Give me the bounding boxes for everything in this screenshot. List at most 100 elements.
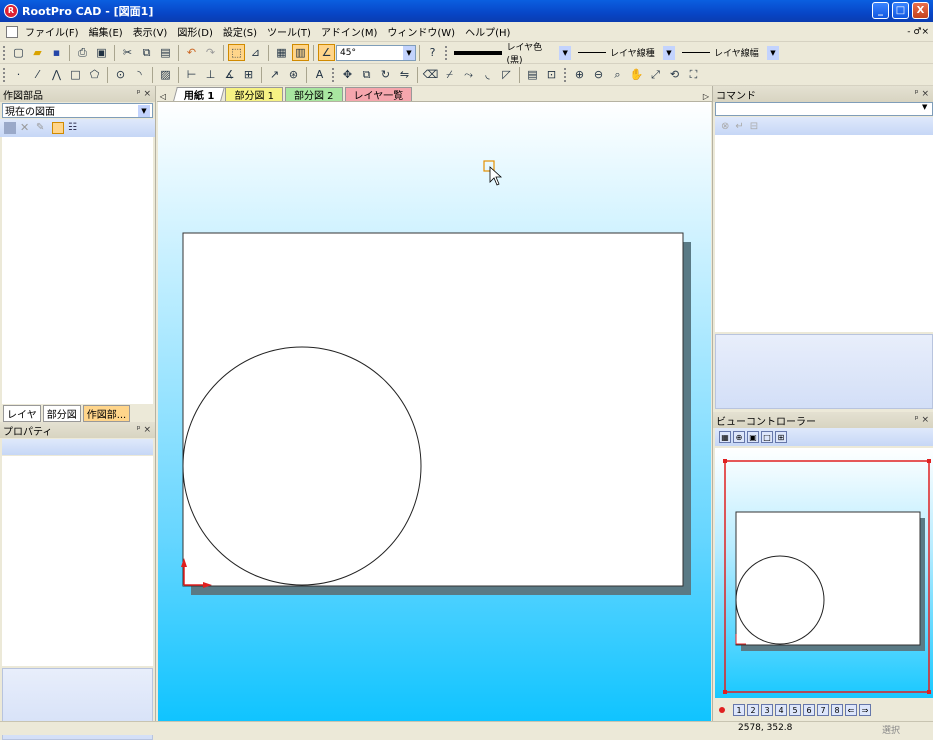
- close-button[interactable]: X: [912, 2, 929, 19]
- viewport-handle[interactable]: [927, 459, 931, 463]
- undo-icon[interactable]: ↶: [183, 44, 200, 61]
- chevron-down-icon[interactable]: ▼: [138, 104, 150, 117]
- rotate-icon[interactable]: ↻: [377, 66, 394, 83]
- tab-scroll-left-icon[interactable]: ◁: [157, 92, 169, 101]
- polyline-icon[interactable]: ⋀: [48, 66, 65, 83]
- menu-window[interactable]: ウィンドウ(W): [382, 24, 460, 39]
- chevron-down-icon[interactable]: ▼: [559, 45, 571, 60]
- edit-icon[interactable]: ✎: [36, 122, 48, 134]
- command-input[interactable]: ▼: [715, 102, 933, 116]
- overview-svg[interactable]: [715, 448, 932, 698]
- viewport-handle[interactable]: [723, 459, 727, 463]
- chevron-down-icon[interactable]: ▼: [663, 45, 675, 60]
- frame-view-icon[interactable]: □: [761, 431, 773, 443]
- line-width-select[interactable]: レイヤ線幅 ▼: [679, 45, 779, 61]
- arc-icon[interactable]: ◝: [131, 66, 148, 83]
- menu-settings[interactable]: 設定(S): [218, 24, 262, 39]
- fillet-icon[interactable]: ◟: [479, 66, 496, 83]
- tab-partial-view[interactable]: 部分図: [42, 404, 81, 422]
- polygon-icon[interactable]: ⬠: [86, 66, 103, 83]
- text-icon[interactable]: A: [311, 66, 328, 83]
- new-file-icon[interactable]: ▢: [10, 44, 27, 61]
- cut-icon[interactable]: ✂: [119, 44, 136, 61]
- view-back-icon[interactable]: ⇐: [845, 704, 857, 716]
- snap-icon[interactable]: ⊿: [247, 44, 264, 61]
- move-icon[interactable]: ✥: [339, 66, 356, 83]
- toolbar-grip[interactable]: [564, 67, 567, 82]
- zoom-window-icon[interactable]: ⌕: [609, 66, 626, 83]
- zoom-all-icon[interactable]: ⛶: [685, 66, 702, 83]
- print-preview-icon[interactable]: ▣: [93, 44, 110, 61]
- tab-partial-view-1[interactable]: 部分図 1: [225, 87, 283, 102]
- line-type-select[interactable]: レイヤ線種 ▼: [575, 45, 675, 61]
- chevron-down-icon[interactable]: ▼: [922, 103, 932, 115]
- erase-icon[interactable]: ⌫: [422, 66, 439, 83]
- clear-icon[interactable]: ⊟: [750, 121, 758, 132]
- circle-icon[interactable]: ⊙: [112, 66, 129, 83]
- properties-icon[interactable]: ▤: [524, 66, 541, 83]
- target-icon[interactable]: ⊕: [733, 431, 745, 443]
- point-icon[interactable]: ·: [10, 66, 27, 83]
- redo-icon[interactable]: ↷: [202, 44, 219, 61]
- tab-parts[interactable]: 作図部...: [82, 404, 131, 422]
- zoom-fit-icon[interactable]: ⤢: [647, 66, 664, 83]
- symbol-icon[interactable]: ⊛: [285, 66, 302, 83]
- overview-map[interactable]: [715, 448, 933, 698]
- document-icon[interactable]: [6, 25, 18, 38]
- view-preset-2[interactable]: 2: [747, 704, 759, 716]
- toolbar-grip[interactable]: [3, 45, 6, 60]
- tab-layer[interactable]: レイヤ: [3, 404, 41, 422]
- line-icon[interactable]: ⁄: [29, 66, 46, 83]
- toolbar-grip[interactable]: [445, 45, 448, 60]
- record-view-icon[interactable]: [719, 707, 725, 713]
- toolbar-grip[interactable]: [332, 67, 335, 82]
- measure-icon[interactable]: ⊡: [543, 66, 560, 83]
- angle-icon[interactable]: ∠: [318, 44, 335, 61]
- paste-icon[interactable]: ▤: [157, 44, 174, 61]
- dimension-angle-icon[interactable]: ∡: [221, 66, 238, 83]
- fit-view-icon[interactable]: ▣: [747, 431, 759, 443]
- pan-icon[interactable]: ✋: [628, 66, 645, 83]
- view-forward-icon[interactable]: ⇒: [859, 704, 871, 716]
- grid-view-icon[interactable]: ▦: [719, 431, 731, 443]
- toolbar-grip[interactable]: [3, 67, 6, 82]
- view-preset-6[interactable]: 6: [803, 704, 815, 716]
- view-preset-4[interactable]: 4: [775, 704, 787, 716]
- menu-tools[interactable]: ツール(T): [262, 24, 316, 39]
- mdi-close-button[interactable]: ×: [921, 27, 929, 37]
- zoom-previous-icon[interactable]: ⟲: [666, 66, 683, 83]
- menu-help[interactable]: ヘルプ(H): [460, 24, 515, 39]
- dimension-vertical-icon[interactable]: ⊥: [202, 66, 219, 83]
- parts-list[interactable]: [2, 137, 153, 404]
- delete-icon[interactable]: ✕: [20, 122, 32, 134]
- angle-select[interactable]: 45° ▼: [336, 44, 416, 61]
- insert-part-icon[interactable]: [4, 122, 16, 134]
- tab-layer-list[interactable]: レイヤ一覧: [344, 87, 413, 102]
- cancel-command-icon[interactable]: ⊗: [721, 121, 729, 132]
- properties-grid[interactable]: [2, 456, 153, 666]
- minimize-button[interactable]: _: [872, 2, 889, 19]
- copy-shape-icon[interactable]: ⧉: [358, 66, 375, 83]
- leader-icon[interactable]: ↗: [266, 66, 283, 83]
- select-mode-icon[interactable]: ⬚: [228, 44, 245, 61]
- print-icon[interactable]: ⎙: [74, 44, 91, 61]
- large-icons-view-icon[interactable]: [52, 122, 64, 134]
- trim-icon[interactable]: ⌿: [441, 66, 458, 83]
- list-view-icon[interactable]: ☷: [68, 122, 80, 134]
- drawing-svg[interactable]: [158, 102, 711, 721]
- menu-view[interactable]: 表示(V): [128, 24, 173, 39]
- dimension-icon[interactable]: ⊢: [183, 66, 200, 83]
- panel-pin-close[interactable]: ᵖ ×: [137, 89, 151, 99]
- copy-icon[interactable]: ⧉: [138, 44, 155, 61]
- hatch-icon[interactable]: ▨: [157, 66, 174, 83]
- open-folder-icon[interactable]: ▰: [29, 44, 46, 61]
- split-view-icon[interactable]: ⊞: [775, 431, 787, 443]
- panel-pin-close[interactable]: ᵖ ×: [915, 89, 929, 99]
- zoom-in-icon[interactable]: ⊕: [571, 66, 588, 83]
- viewport-handle[interactable]: [723, 690, 727, 694]
- view-preset-8[interactable]: 8: [831, 704, 843, 716]
- menu-edit[interactable]: 編集(E): [84, 24, 128, 39]
- view-preset-5[interactable]: 5: [789, 704, 801, 716]
- grid-icon[interactable]: ▦: [273, 44, 290, 61]
- menu-file[interactable]: ファイル(F): [20, 24, 84, 39]
